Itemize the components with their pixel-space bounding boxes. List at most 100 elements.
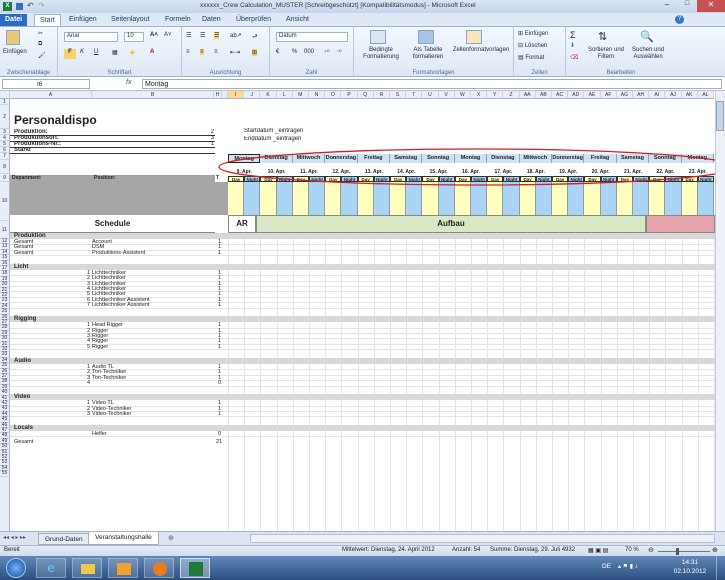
cell-styles-button[interactable]: Zellenformatvorlagen (450, 47, 512, 54)
ar-label[interactable]: AR (228, 219, 256, 228)
column-header[interactable]: P (341, 91, 358, 99)
column-header[interactable]: L (276, 91, 293, 99)
find-icon[interactable]: 🔍 (640, 30, 654, 43)
currency-icon[interactable]: € (276, 49, 279, 55)
zoom-slider-thumb[interactable] (676, 548, 679, 555)
fill-color-icon[interactable]: ◈ (130, 49, 135, 56)
underline-button[interactable]: U (94, 49, 98, 55)
format-painter-icon[interactable]: 🖌 (38, 52, 46, 59)
italic-button[interactable]: K (80, 49, 84, 55)
sheet-title[interactable]: Personaldispo (14, 113, 97, 127)
tab-file[interactable]: Datei (0, 14, 28, 26)
row-header[interactable]: 8 (0, 160, 10, 174)
column-header[interactable]: A (10, 91, 92, 99)
redo-icon[interactable]: ↷ (38, 1, 45, 10)
column-header[interactable]: T (406, 91, 423, 99)
column-header[interactable]: O (325, 91, 342, 99)
grow-font-icon[interactable]: A˄ (150, 32, 158, 38)
column-header[interactable]: AH (633, 91, 650, 99)
maximize-button[interactable]: □ (677, 0, 697, 12)
save-icon[interactable] (16, 3, 23, 10)
autosum-button[interactable]: Σ (570, 30, 576, 40)
section-header[interactable]: Locals (10, 425, 715, 431)
shrink-font-icon[interactable]: A˅ (164, 32, 172, 38)
department-label[interactable]: Department: (12, 175, 41, 181)
sheet-tab-grunddaten[interactable]: Grund-Daten (38, 533, 90, 545)
total-label[interactable]: Gesamt (14, 439, 33, 445)
row-header[interactable]: 11 (0, 221, 10, 239)
tab-formulas[interactable]: Formeln (160, 14, 196, 26)
decrease-decimal-icon[interactable]: ⁻⁰ (336, 49, 342, 56)
row-header[interactable]: 7 (0, 153, 10, 160)
sheet-tab-veranstaltungshalle[interactable]: Veranstaltungshalle (88, 532, 159, 545)
column-header[interactable]: AB (535, 91, 552, 99)
number-format-select[interactable]: Datum (276, 32, 348, 42)
column-header[interactable]: R (373, 91, 390, 99)
insert-cells-button[interactable]: ⊞ Einfügen (518, 30, 548, 37)
worksheet[interactable]: A B H I J K L M N O P Q R S T U V W X Y Z AA AB AC AD AE AF AG AH… (0, 91, 725, 531)
fill-icon[interactable]: ⬇ (570, 42, 575, 49)
new-sheet-icon[interactable]: ⊕ (168, 534, 174, 542)
row-header[interactable]: 55 (0, 470, 10, 477)
font-size-select[interactable]: 10 (124, 32, 144, 42)
scrollbar-thumb[interactable] (716, 101, 724, 131)
merge-icon[interactable]: ⊞ (252, 49, 258, 56)
excel-taskbar-icon[interactable] (180, 558, 210, 578)
format-cells-button[interactable]: ▤ Format (518, 54, 544, 61)
format-table-icon[interactable] (418, 30, 434, 46)
column-header[interactable]: AI (649, 91, 666, 99)
percent-button[interactable]: % (292, 49, 297, 55)
total-value[interactable]: 21 (216, 439, 222, 445)
firefox-icon[interactable] (144, 558, 174, 578)
format-table-button[interactable]: Als Tabelle formatieren (406, 47, 450, 61)
show-desktop-button[interactable] (716, 556, 725, 580)
column-header[interactable]: X (471, 91, 488, 99)
column-header[interactable]: AJ (665, 91, 682, 99)
tab-data[interactable]: Daten (197, 14, 226, 26)
zoom-out-icon[interactable]: ⊖ (648, 546, 654, 554)
section-header[interactable]: Produktion (10, 233, 715, 239)
column-header[interactable]: V (438, 91, 455, 99)
align-left-icon[interactable]: ≡ (186, 49, 190, 55)
horizontal-scrollbar[interactable] (250, 534, 715, 543)
section-header[interactable]: Audio (10, 357, 715, 364)
tab-review[interactable]: Überprüfen (231, 14, 276, 26)
cut-icon[interactable]: ✂ (38, 30, 43, 37)
close-button[interactable]: ✕ (697, 0, 725, 12)
zoom-slider[interactable] (658, 551, 710, 552)
column-header[interactable]: Z (503, 91, 520, 99)
thousands-button[interactable]: 000 (304, 49, 314, 55)
row-header[interactable]: 9 (0, 174, 10, 182)
align-bottom-icon[interactable]: ☰ (214, 32, 220, 39)
conditional-format-icon[interactable] (370, 30, 386, 46)
column-header[interactable]: U (422, 91, 439, 99)
column-header[interactable]: AG (616, 91, 633, 99)
view-normal-icon[interactable]: ▦ ▣ ▤ (588, 547, 608, 554)
font-color-icon[interactable]: A (150, 49, 154, 55)
paste-button[interactable] (6, 30, 20, 47)
section-header[interactable]: Video (10, 394, 715, 401)
language-indicator[interactable]: DE (602, 563, 611, 570)
column-header[interactable] (222, 91, 228, 99)
column-header[interactable]: H (214, 91, 222, 99)
paste-label[interactable]: Einfügen (3, 49, 27, 55)
sheet-nav-icon[interactable]: ◂◂ ◂ ▸ ▸▸ (3, 534, 26, 541)
row-header[interactable]: 2 (0, 105, 10, 129)
formula-input[interactable]: Montag (142, 79, 722, 89)
column-header[interactable]: AK (681, 91, 698, 99)
column-header[interactable]: W (454, 91, 471, 99)
schedule-label[interactable]: Schedule (10, 219, 215, 228)
tab-view[interactable]: Ansicht (281, 14, 314, 26)
column-header[interactable]: AL (697, 91, 714, 99)
column-header[interactable]: AF (600, 91, 617, 99)
fx-icon[interactable]: fx (126, 79, 131, 86)
orientation-icon[interactable]: ab↗ (230, 32, 242, 39)
help-icon[interactable]: ? (675, 15, 684, 24)
corner-cell[interactable] (0, 91, 10, 99)
tab-page-layout[interactable]: Seitenlayout (106, 14, 155, 26)
bold-button[interactable]: F (64, 49, 76, 59)
undo-icon[interactable]: ↶ (27, 1, 34, 10)
font-name-select[interactable]: Arial (64, 32, 118, 42)
ie-icon[interactable]: e (36, 558, 66, 578)
zoom-in-icon[interactable]: ⊕ (712, 546, 718, 554)
